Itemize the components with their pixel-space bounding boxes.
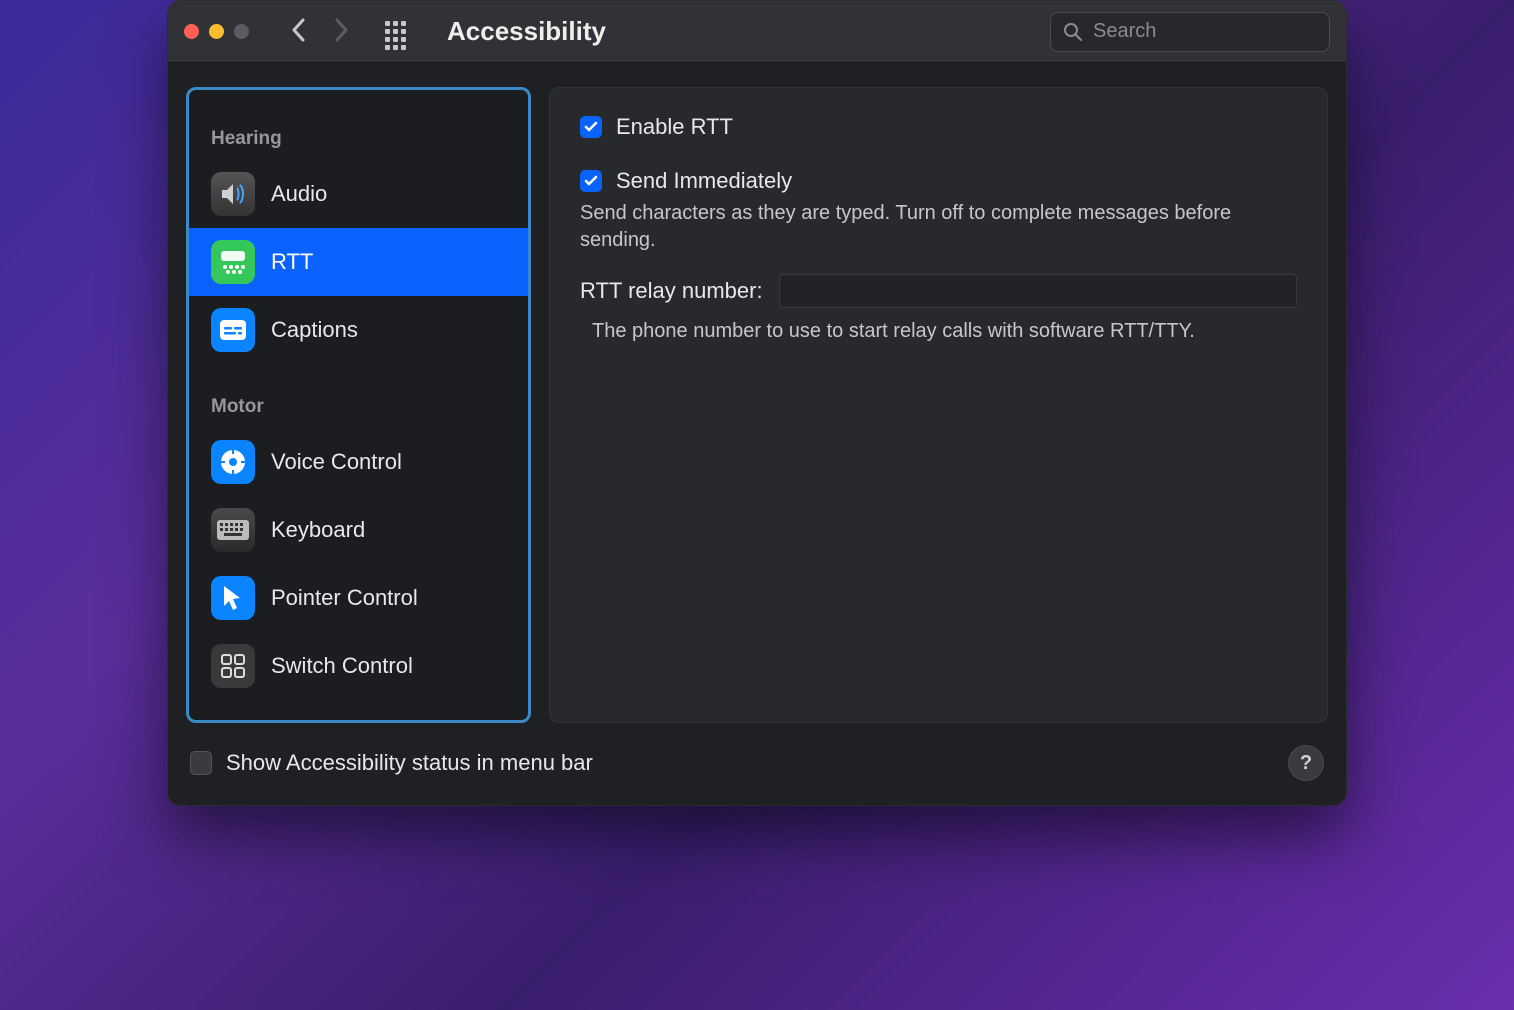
relay-number-row: RTT relay number:: [580, 274, 1297, 308]
pointer-icon: [211, 576, 255, 620]
search-input[interactable]: [1093, 20, 1347, 43]
window-controls: [184, 24, 249, 39]
preferences-window: Accessibility Hearing Audio RTT: [167, 0, 1347, 806]
speaker-icon: [211, 172, 255, 216]
relay-number-label: RTT relay number:: [580, 278, 763, 304]
chevron-left-icon: [291, 18, 306, 42]
titlebar: Accessibility: [168, 1, 1346, 63]
show-status-checkbox[interactable]: [190, 751, 212, 775]
sidebar-section-motor: Motor: [189, 388, 528, 428]
window-title: Accessibility: [447, 16, 606, 47]
sidebar-item-captions[interactable]: Captions: [189, 296, 528, 364]
close-window-button[interactable]: [184, 24, 199, 39]
search-icon: [1063, 22, 1083, 42]
relay-number-input[interactable]: [779, 274, 1297, 308]
check-icon: [584, 120, 598, 134]
search-box[interactable]: [1050, 12, 1330, 52]
relay-number-description: The phone number to use to start relay c…: [592, 320, 1297, 343]
sidebar-item-voice-control[interactable]: Voice Control: [189, 428, 528, 496]
send-immediately-checkbox[interactable]: [580, 170, 602, 192]
sidebar-item-label: Audio: [271, 181, 327, 207]
voice-control-icon: [211, 440, 255, 484]
question-icon: ?: [1300, 752, 1312, 775]
enable-rtt-checkbox[interactable]: [580, 116, 602, 138]
forward-button[interactable]: [334, 18, 349, 46]
show-all-button[interactable]: [385, 21, 413, 43]
sidebar-item-pointer-control[interactable]: Pointer Control: [189, 564, 528, 632]
sidebar-item-label: Voice Control: [271, 449, 402, 475]
send-immediately-row: Send Immediately: [580, 168, 1297, 194]
enable-rtt-row: Enable RTT: [580, 114, 1297, 140]
enable-rtt-label: Enable RTT: [616, 114, 733, 140]
back-button[interactable]: [291, 18, 306, 46]
sidebar-item-label: Pointer Control: [271, 585, 418, 611]
send-immediately-label: Send Immediately: [616, 168, 792, 194]
sidebar-item-label: Switch Control: [271, 653, 413, 679]
send-immediately-description: Send characters as they are typed. Turn …: [580, 200, 1297, 254]
help-button[interactable]: ?: [1288, 745, 1324, 781]
captions-icon: [211, 308, 255, 352]
minimize-window-button[interactable]: [209, 24, 224, 39]
keyboard-icon: [211, 508, 255, 552]
sidebar: Hearing Audio RTT Captions Motor: [186, 87, 531, 723]
sidebar-item-rtt[interactable]: RTT: [189, 228, 528, 296]
settings-pane: Enable RTT Send Immediately Send charact…: [549, 87, 1328, 723]
switch-control-icon: [211, 644, 255, 688]
sidebar-item-keyboard[interactable]: Keyboard: [189, 496, 528, 564]
sidebar-item-label: RTT: [271, 249, 313, 275]
sidebar-item-audio[interactable]: Audio: [189, 160, 528, 228]
check-icon: [584, 174, 598, 188]
zoom-window-button[interactable]: [234, 24, 249, 39]
sidebar-item-switch-control[interactable]: Switch Control: [189, 632, 528, 700]
show-status-label: Show Accessibility status in menu bar: [226, 750, 1274, 776]
sidebar-item-label: Keyboard: [271, 517, 365, 543]
nav-arrows: [291, 18, 349, 46]
footer: Show Accessibility status in menu bar ?: [168, 735, 1346, 805]
content: Hearing Audio RTT Captions Motor: [168, 63, 1346, 735]
sidebar-section-hearing: Hearing: [189, 120, 528, 160]
sidebar-item-label: Captions: [271, 317, 358, 343]
chevron-right-icon: [334, 18, 349, 42]
tty-icon: [211, 240, 255, 284]
